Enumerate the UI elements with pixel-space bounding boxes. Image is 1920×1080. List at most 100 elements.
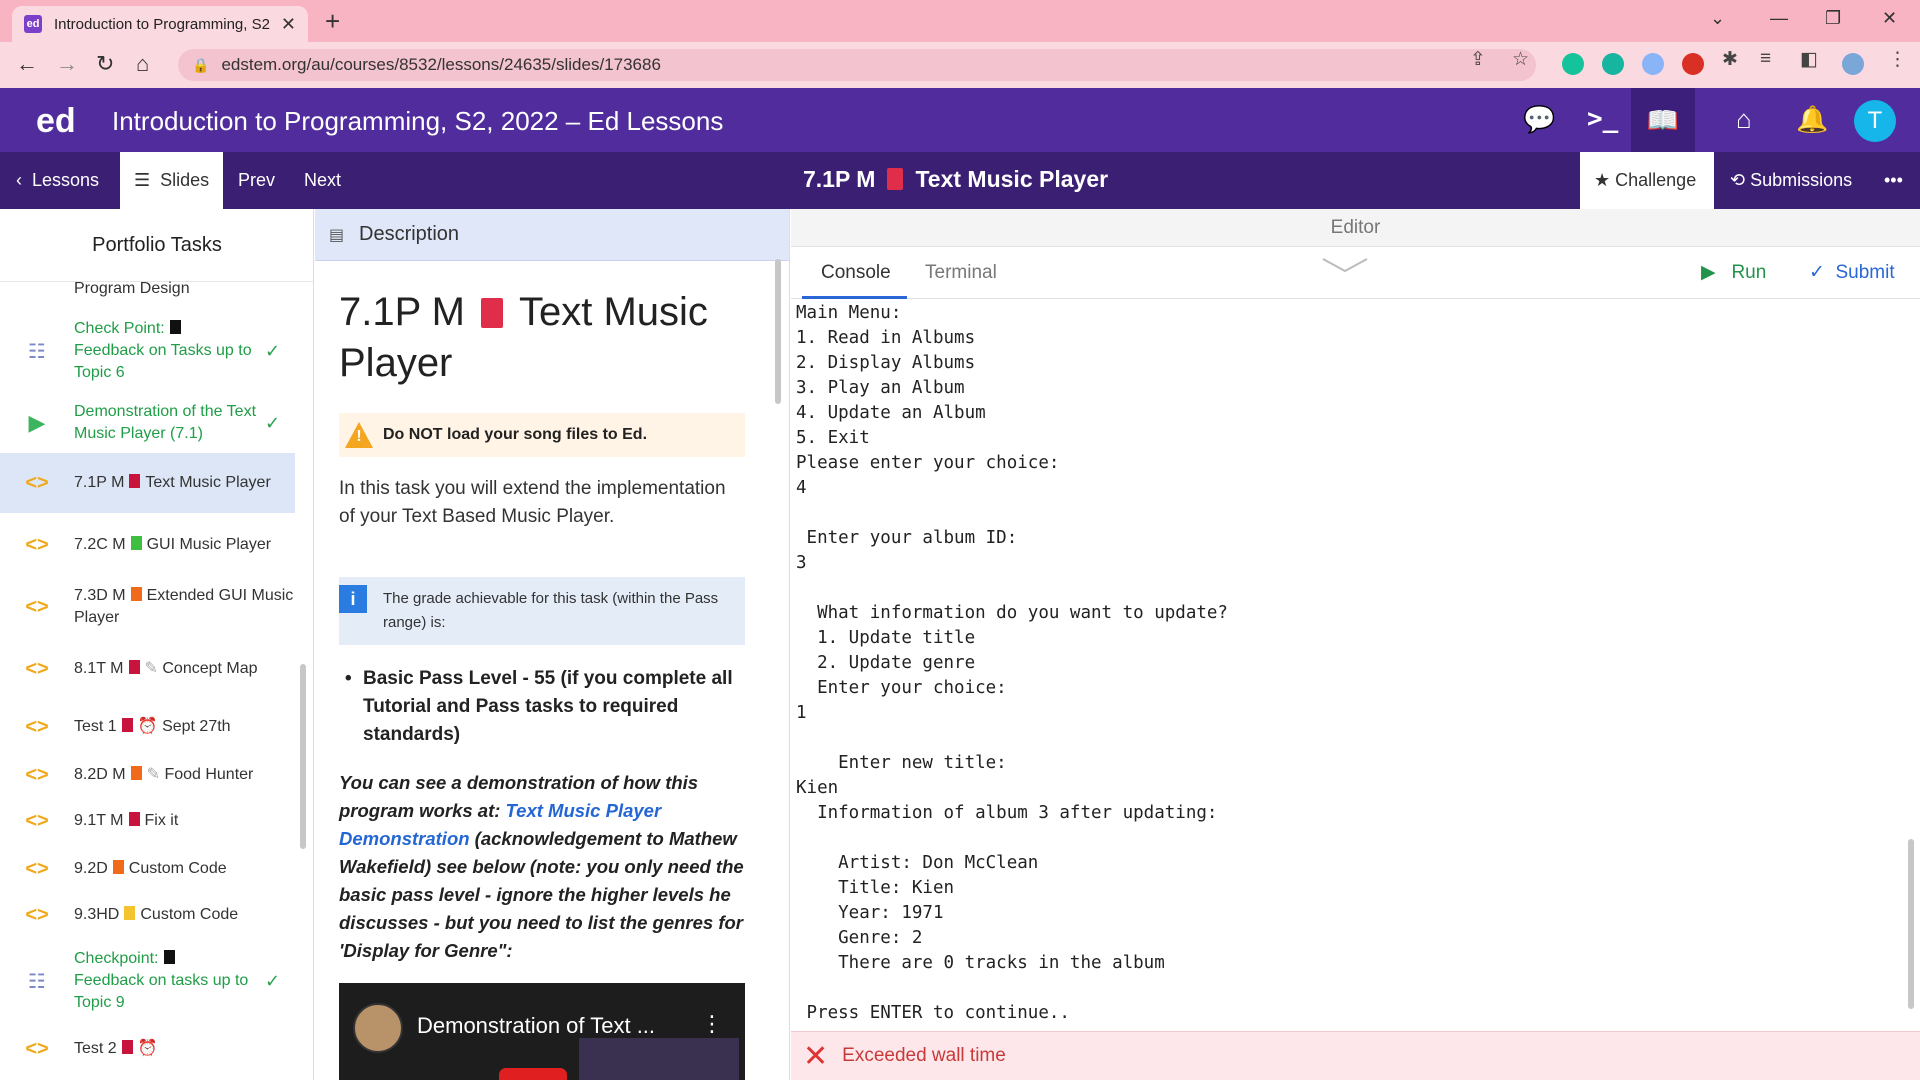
code-icon: <> [25, 715, 49, 738]
sidebar-item-test-2[interactable]: <> Test 2 ⏰ [0, 1027, 295, 1071]
share-icon[interactable]: ⇪ [1470, 48, 1486, 71]
sidebar-item-demonstration[interactable]: ▶ Demonstration of the Text Music Player… [0, 395, 295, 451]
check-icon: ✓ [265, 412, 281, 433]
history-icon: ⟲ [1730, 170, 1751, 190]
close-tab-icon[interactable]: ✕ [281, 14, 296, 35]
ed-logo[interactable]: ed [36, 102, 76, 141]
sidebar-item[interactable]: Program Design [0, 277, 295, 301]
sidebar-item-8-2d[interactable]: <> 8.2D M ✎ Food Hunter [0, 753, 295, 797]
more-options-icon[interactable]: ••• [1884, 170, 1903, 191]
submit-button[interactable]: ✓ Submit [1809, 261, 1895, 284]
code-icon: <> [25, 657, 49, 680]
code-icon: <> [25, 763, 49, 786]
reload-icon[interactable]: ↻ [96, 51, 114, 77]
red-book-icon [481, 298, 503, 328]
media-icon[interactable]: ≡ [1760, 48, 1771, 70]
slide-title: 7.1P M Text Music Player [803, 166, 1109, 192]
sidebar-item-9-3hd[interactable]: <> 9.3HD Custom Code [0, 893, 295, 937]
black-square-icon [163, 950, 175, 964]
sidebar-item-checkpoint-topic9[interactable]: ☷ Checkpoint: Feedback on tasks up to Top… [0, 943, 295, 1019]
info-callout: i The grade achievable for this task (wi… [339, 577, 745, 645]
discussion-icon[interactable]: 💬 [1523, 104, 1555, 135]
sidebar-item-checkpoint-topic6[interactable]: ☷ Check Point: Feedback on Tasks up to To… [0, 313, 295, 389]
sidebar-item-7-1p[interactable]: <> 7.1P M Text Music Player [0, 453, 295, 513]
restore-icon[interactable]: ❐ [1825, 8, 1841, 29]
challenge-tab[interactable]: ★ Challenge [1580, 152, 1714, 209]
extension-search-icon[interactable] [1642, 53, 1664, 75]
video-thumbnail [579, 1038, 739, 1080]
console-output[interactable]: Main Menu: 1. Read in Albums 2. Display … [796, 301, 1906, 1031]
close-window-icon[interactable]: ✕ [1882, 8, 1897, 29]
lessons-button[interactable]: ‹ Lessons [16, 170, 99, 191]
sidebar-item-test-1[interactable]: <> Test 1 ⏰ Sept 27th [0, 705, 295, 749]
tab-terminal[interactable]: Terminal [925, 262, 997, 284]
sidebar-item-8-1t[interactable]: <> 8.1T M ✎ Concept Map [0, 639, 295, 699]
terminal-icon[interactable]: >_ [1587, 104, 1618, 134]
grammarly-extension-icon[interactable] [1562, 53, 1584, 75]
tab-search-chevron-icon[interactable]: ⌄ [1710, 8, 1725, 29]
side-panel-icon[interactable]: ◧ [1800, 48, 1818, 71]
back-icon[interactable]: ← [16, 51, 38, 77]
red-book-icon [129, 474, 141, 488]
video-menu-icon[interactable]: ⋮ [701, 1011, 723, 1037]
intro-paragraph: In this task you will extend the impleme… [339, 478, 726, 527]
extensions-puzzle-icon[interactable]: ✱ [1722, 48, 1738, 71]
prev-button[interactable]: Prev [238, 170, 275, 191]
slides-button[interactable]: ☰ Slides [120, 152, 224, 209]
sidebar-item-9-2d[interactable]: <> 9.2D Custom Code [0, 847, 295, 891]
lock-icon: 🔒 [192, 56, 210, 73]
orange-book-icon [112, 860, 124, 874]
channel-avatar [353, 1003, 403, 1053]
code-icon: <> [25, 809, 49, 832]
sidebar-item-7-2c[interactable]: <> 7.2C M GUI Music Player [0, 515, 295, 575]
check-icon: ✓ [1809, 262, 1836, 283]
orange-book-icon [130, 587, 142, 601]
description-scrollbar[interactable] [775, 259, 781, 404]
next-button[interactable]: Next [304, 170, 341, 191]
forward-icon[interactable]: → [56, 51, 78, 77]
chevron-left-icon: ‹ [16, 170, 32, 190]
video-embed[interactable]: Demonstration of Text ... ⋮ [339, 983, 745, 1080]
info-icon: i [339, 585, 367, 613]
bookmark-star-icon[interactable]: ☆ [1512, 48, 1529, 71]
home-icon[interactable]: ⌂ [136, 51, 149, 77]
demo-paragraph: You can see a demonstration of how this … [339, 772, 744, 961]
minimize-icon[interactable]: — [1770, 8, 1788, 29]
extension-g-icon[interactable] [1602, 53, 1624, 75]
sidebar-scrollbar[interactable] [300, 664, 306, 849]
submissions-tab[interactable]: ⟲ Submissions [1730, 170, 1852, 191]
list-icon: ☷ [28, 970, 46, 993]
notifications-bell-icon[interactable]: 🔔 [1796, 104, 1828, 135]
tab-console[interactable]: Console [821, 262, 891, 284]
console-scrollbar[interactable] [1908, 839, 1914, 1009]
star-icon: ★ [1594, 170, 1616, 190]
red-book-icon [121, 718, 133, 732]
browser-menu-icon[interactable]: ⋮ [1888, 48, 1907, 71]
course-title: Introduction to Programming, S2, 2022 – … [112, 106, 724, 136]
extension-badge-icon[interactable] [1682, 53, 1704, 75]
profile-avatar-icon[interactable] [1842, 53, 1864, 75]
description-panel: ▤ Description 7.1P M Text Music Player ! … [315, 209, 790, 1080]
red-book-icon [887, 168, 904, 190]
play-button[interactable] [499, 1068, 567, 1080]
url-text: edstem.org/au/courses/8532/lessons/24635… [221, 55, 661, 74]
browser-tab[interactable]: ed Introduction to Programming, S2 ✕ [12, 6, 308, 42]
code-icon: <> [25, 533, 49, 556]
yellow-book-icon [124, 906, 136, 920]
pencil-icon: ✎ [146, 766, 165, 783]
run-button[interactable]: ▶ Run [1701, 261, 1766, 284]
new-tab-icon[interactable]: + [325, 6, 340, 37]
sidebar-item-9-1t[interactable]: <> 9.1T M Fix it [0, 799, 295, 843]
home-icon[interactable]: ⌂ [1736, 104, 1752, 135]
lessons-book-icon[interactable]: 📖 [1631, 88, 1695, 152]
menu-icon: ☰ [134, 170, 161, 190]
warning-icon: ! [345, 422, 373, 448]
collapse-chevron-icon[interactable] [1321, 257, 1369, 273]
browser-toolbar: ← → ↻ ⌂ 🔒 edstem.org/au/courses/8532/les… [0, 42, 1920, 88]
check-icon: ✓ [265, 340, 281, 361]
user-avatar[interactable]: T [1854, 100, 1896, 142]
address-bar[interactable]: 🔒 edstem.org/au/courses/8532/lessons/246… [178, 49, 1536, 81]
browser-tab-bar: ed Introduction to Programming, S2 ✕ + ⌄… [0, 0, 1920, 42]
play-icon: ▶ [28, 410, 46, 435]
sidebar-item-7-3d[interactable]: <> 7.3D M Extended GUI Music Player [0, 577, 295, 637]
